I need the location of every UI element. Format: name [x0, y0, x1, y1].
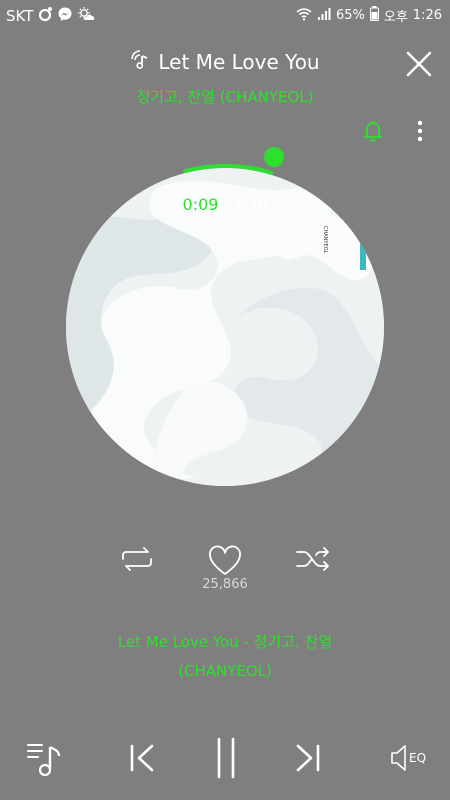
pause-icon — [217, 737, 235, 779]
total-time: 3:30 — [231, 195, 268, 214]
clock-time: 1:26 — [412, 8, 442, 23]
next-icon — [296, 744, 320, 772]
time-display: 0:09 · 3:30 — [0, 195, 450, 214]
song-info-line1: Let Me Love You - 정기고, 찬열 — [117, 633, 333, 651]
signal-icon — [317, 7, 331, 25]
song-title: Let Me Love You — [158, 49, 320, 74]
ampm-label: 오후 — [383, 10, 408, 25]
shuffle-icon — [296, 547, 329, 571]
repeat-icon — [122, 547, 152, 571]
title-row: Let Me Love You — [0, 48, 450, 75]
weather-icon — [77, 6, 95, 26]
eq-label: EQ — [409, 751, 427, 765]
music-note-icon — [130, 48, 152, 75]
shuffle-button[interactable] — [294, 546, 332, 576]
pause-button[interactable] — [214, 737, 238, 783]
battery-icon — [369, 6, 379, 25]
next-button[interactable] — [294, 742, 322, 778]
artist-name[interactable]: 정기고, 찬열 (CHANYEOL) — [0, 86, 450, 107]
bottom-controls: EQ — [0, 735, 450, 785]
like-count: 25,866 — [202, 577, 248, 592]
current-time: 0:09 — [182, 195, 219, 214]
progress-arc[interactable] — [66, 164, 384, 486]
equalizer-button[interactable]: EQ — [390, 744, 426, 772]
progress-handle[interactable] — [264, 147, 284, 167]
previous-button[interactable] — [128, 742, 156, 778]
close-icon — [406, 51, 432, 77]
song-info-line2: (CHANYEOL) — [178, 662, 272, 680]
wifi-icon — [296, 7, 312, 25]
previous-icon — [130, 744, 154, 772]
like-button[interactable] — [207, 545, 243, 581]
playlist-button[interactable] — [26, 739, 66, 783]
status-left: SKT — [6, 6, 95, 26]
status-bar: SKT 65% 오후 1:26 — [0, 0, 450, 30]
repeat-button[interactable] — [118, 546, 156, 576]
battery-percent: 65% — [335, 8, 365, 23]
heart-icon — [209, 545, 241, 575]
carrier-label: SKT — [6, 7, 34, 25]
music-app-icon — [37, 6, 53, 26]
close-button[interactable] — [404, 49, 434, 79]
song-info-text: Let Me Love You - 정기고, 찬열 (CHANYEOL) — [20, 628, 430, 686]
more-vertical-icon — [417, 120, 423, 142]
time-separator: · — [222, 195, 228, 214]
more-options-button[interactable] — [412, 118, 428, 144]
status-right: 65% 오후 1:26 — [296, 6, 442, 25]
speaker-icon — [391, 745, 406, 771]
bell-button[interactable] — [360, 118, 386, 144]
playlist-icon — [27, 744, 61, 777]
messenger-icon — [57, 6, 73, 26]
bell-icon — [364, 121, 382, 142]
